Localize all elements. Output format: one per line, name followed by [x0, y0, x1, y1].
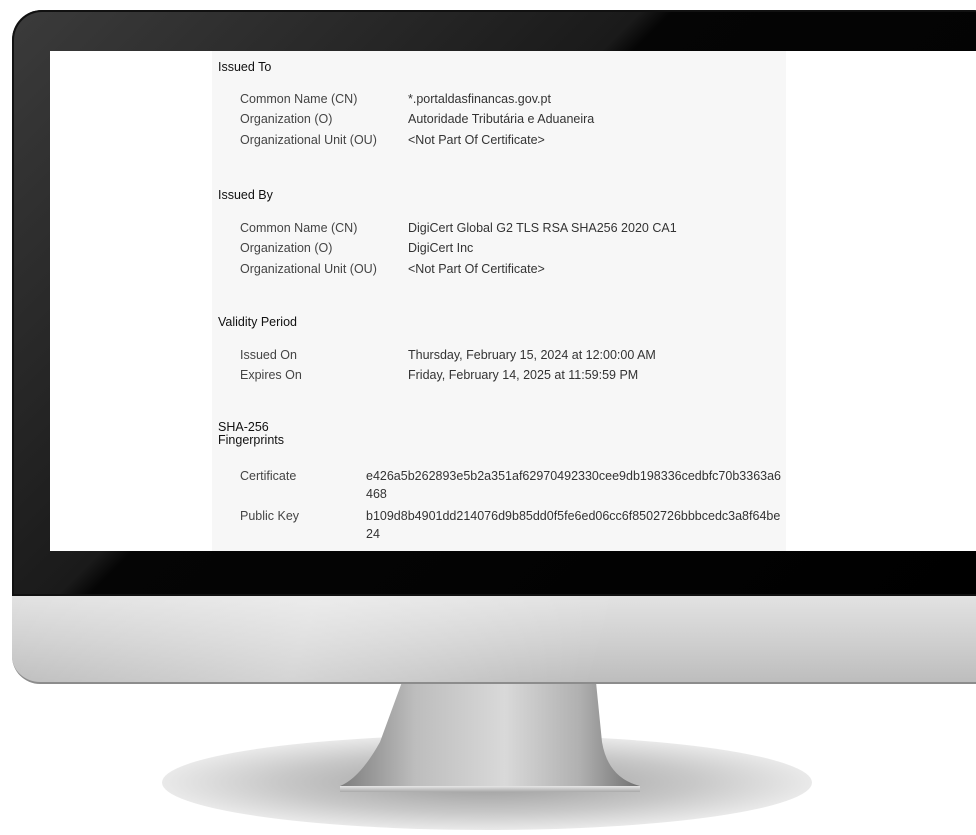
validity-heading: Validity Period [218, 315, 297, 329]
fingerprints-heading-line1: SHA-256 [218, 420, 269, 434]
public-key-fingerprint-label: Public Key [240, 509, 300, 523]
certificate-fingerprint-label: Certificate [240, 469, 297, 483]
issued-to-ou-label: Organizational Unit (OU) [240, 133, 377, 147]
expires-on-label: Expires On [240, 368, 302, 382]
fingerprints-heading-line2: Fingerprints [218, 433, 284, 447]
certificate-fingerprint-value: e426a5b262893e5b2a351af62970492330cee9db… [366, 469, 782, 501]
fingerprints-heading: SHA-256 Fingerprints [218, 421, 284, 447]
issued-to-org-label: Organization (O) [240, 112, 333, 126]
issued-by-cn-label: Common Name (CN) [240, 221, 358, 235]
issued-to-heading: Issued To [218, 60, 272, 74]
issued-to-cn-label: Common Name (CN) [240, 92, 358, 106]
issued-by-org-label: Organization (O) [240, 241, 333, 255]
issued-by-ou-label: Organizational Unit (OU) [240, 262, 377, 276]
issued-on-value: Thursday, February 15, 2024 at 12:00:00 … [408, 348, 656, 362]
issued-by-cn-value: DigiCert Global G2 TLS RSA SHA256 2020 C… [408, 221, 677, 235]
monitor-stand [340, 682, 640, 792]
monitor-chin [12, 594, 976, 684]
issued-to-org-value: Autoridade Tributária e Aduaneira [408, 112, 595, 126]
issued-to-ou-value: <Not Part Of Certificate> [408, 133, 545, 147]
issued-by-heading: Issued By [218, 188, 273, 202]
screen: Issued To Common Name (CN) *.portaldasfi… [50, 51, 976, 551]
public-key-fingerprint-value: b109d8b4901dd214076d9b85dd0f5fe6ed06cc6f… [366, 509, 781, 541]
certificate-details-panel: Issued To Common Name (CN) *.portaldasfi… [212, 51, 786, 551]
expires-on-value: Friday, February 14, 2025 at 11:59:59 PM [408, 368, 639, 382]
issued-by-ou-value: <Not Part Of Certificate> [408, 262, 545, 276]
issued-on-label: Issued On [240, 348, 297, 362]
issued-by-org-value: DigiCert Inc [408, 241, 474, 255]
issued-to-cn-value: *.portaldasfinancas.gov.pt [408, 92, 551, 106]
